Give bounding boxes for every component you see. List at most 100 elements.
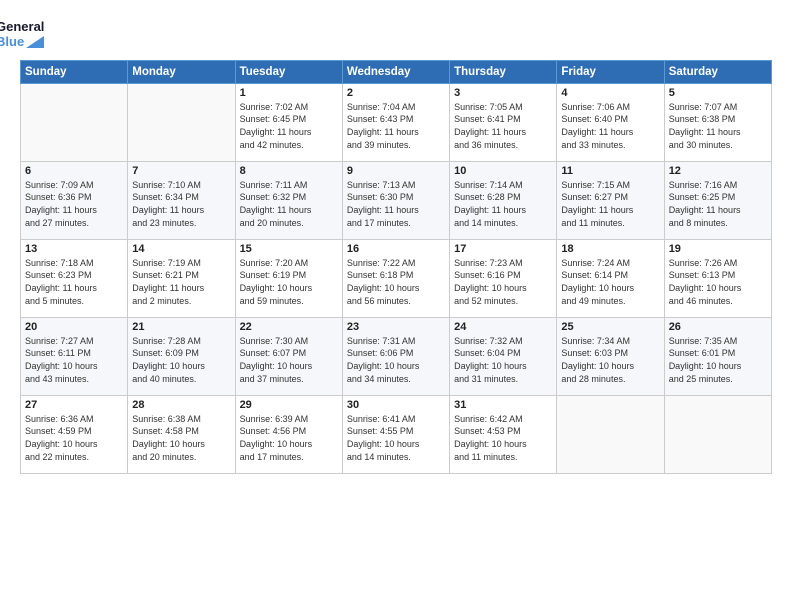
logo: General Blue General Blue [20,18,44,50]
day-number: 18 [561,243,659,255]
day-info: Sunrise: 7:22 AM Sunset: 6:18 PM Dayligh… [347,257,445,307]
day-cell: 10 Sunrise: 7:14 AM Sunset: 6:28 PM Dayli… [450,161,557,239]
day-cell [664,395,771,473]
day-info: Sunrise: 7:05 AM Sunset: 6:41 PM Dayligh… [454,101,552,151]
day-number: 15 [240,243,338,255]
day-info: Sunrise: 7:16 AM Sunset: 6:25 PM Dayligh… [669,179,767,229]
day-info: Sunrise: 7:30 AM Sunset: 6:07 PM Dayligh… [240,335,338,385]
col-header-monday: Monday [128,60,235,83]
day-number: 23 [347,321,445,333]
day-cell [557,395,664,473]
day-number: 3 [454,87,552,99]
day-cell: 26 Sunrise: 7:35 AM Sunset: 6:01 PM Dayli… [664,317,771,395]
day-info: Sunrise: 7:04 AM Sunset: 6:43 PM Dayligh… [347,101,445,151]
day-info: Sunrise: 7:02 AM Sunset: 6:45 PM Dayligh… [240,101,338,151]
day-info: Sunrise: 7:06 AM Sunset: 6:40 PM Dayligh… [561,101,659,151]
day-info: Sunrise: 7:27 AM Sunset: 6:11 PM Dayligh… [25,335,123,385]
day-cell: 4 Sunrise: 7:06 AM Sunset: 6:40 PM Daylig… [557,83,664,161]
day-number: 12 [669,165,767,177]
day-cell: 13 Sunrise: 7:18 AM Sunset: 6:23 PM Dayli… [21,239,128,317]
header-row: SundayMondayTuesdayWednesdayThursdayFrid… [21,60,772,83]
day-number: 5 [669,87,767,99]
day-number: 17 [454,243,552,255]
day-info: Sunrise: 6:36 AM Sunset: 4:59 PM Dayligh… [25,413,123,463]
day-number: 19 [669,243,767,255]
col-header-thursday: Thursday [450,60,557,83]
day-cell: 16 Sunrise: 7:22 AM Sunset: 6:18 PM Dayli… [342,239,449,317]
day-cell: 29 Sunrise: 6:39 AM Sunset: 4:56 PM Dayli… [235,395,342,473]
day-number: 16 [347,243,445,255]
day-info: Sunrise: 7:11 AM Sunset: 6:32 PM Dayligh… [240,179,338,229]
week-row-5: 27Sunrise: 6:36 AM Sunset: 4:59 PM Dayli… [21,395,772,473]
day-info: Sunrise: 6:41 AM Sunset: 4:55 PM Dayligh… [347,413,445,463]
day-info: Sunrise: 7:13 AM Sunset: 6:30 PM Dayligh… [347,179,445,229]
day-cell: 2 Sunrise: 7:04 AM Sunset: 6:43 PM Daylig… [342,83,449,161]
day-info: Sunrise: 7:34 AM Sunset: 6:03 PM Dayligh… [561,335,659,385]
day-cell: 7 Sunrise: 7:10 AM Sunset: 6:34 PM Daylig… [128,161,235,239]
day-info: Sunrise: 7:24 AM Sunset: 6:14 PM Dayligh… [561,257,659,307]
day-number: 8 [240,165,338,177]
day-number: 11 [561,165,659,177]
day-cell: 20Sunrise: 7:27 AM Sunset: 6:11 PM Dayli… [21,317,128,395]
day-cell: 8 Sunrise: 7:11 AM Sunset: 6:32 PM Daylig… [235,161,342,239]
day-number: 30 [347,399,445,411]
day-cell [128,83,235,161]
day-number: 4 [561,87,659,99]
day-cell: 31 Sunrise: 6:42 AM Sunset: 4:53 PM Dayli… [450,395,557,473]
day-cell: 22Sunrise: 7:30 AM Sunset: 6:07 PM Dayli… [235,317,342,395]
day-cell [21,83,128,161]
logo-arrow-icon [26,36,44,48]
day-info: Sunrise: 7:35 AM Sunset: 6:01 PM Dayligh… [669,335,767,385]
col-header-tuesday: Tuesday [235,60,342,83]
day-info: Sunrise: 7:31 AM Sunset: 6:06 PM Dayligh… [347,335,445,385]
day-cell: 27Sunrise: 6:36 AM Sunset: 4:59 PM Dayli… [21,395,128,473]
day-number: 29 [240,399,338,411]
day-cell: 1 Sunrise: 7:02 AM Sunset: 6:45 PM Daylig… [235,83,342,161]
day-info: Sunrise: 7:07 AM Sunset: 6:38 PM Dayligh… [669,101,767,151]
day-cell: 6 Sunrise: 7:09 AM Sunset: 6:36 PM Daylig… [21,161,128,239]
day-info: Sunrise: 7:09 AM Sunset: 6:36 PM Dayligh… [25,179,123,229]
day-cell: 17 Sunrise: 7:23 AM Sunset: 6:16 PM Dayli… [450,239,557,317]
day-number: 31 [454,399,552,411]
day-info: Sunrise: 7:10 AM Sunset: 6:34 PM Dayligh… [132,179,230,229]
day-info: Sunrise: 7:32 AM Sunset: 6:04 PM Dayligh… [454,335,552,385]
week-row-3: 13 Sunrise: 7:18 AM Sunset: 6:23 PM Dayli… [21,239,772,317]
calendar-table: SundayMondayTuesdayWednesdayThursdayFrid… [20,60,772,474]
day-number: 24 [454,321,552,333]
day-info: Sunrise: 7:14 AM Sunset: 6:28 PM Dayligh… [454,179,552,229]
day-number: 6 [25,165,123,177]
day-cell: 12 Sunrise: 7:16 AM Sunset: 6:25 PM Dayli… [664,161,771,239]
day-cell: 5 Sunrise: 7:07 AM Sunset: 6:38 PM Daylig… [664,83,771,161]
col-header-sunday: Sunday [21,60,128,83]
day-cell: 28 Sunrise: 6:38 AM Sunset: 4:58 PM Dayli… [128,395,235,473]
day-cell: 14Sunrise: 7:19 AM Sunset: 6:21 PM Dayli… [128,239,235,317]
logo-general: General [0,20,44,35]
day-info: Sunrise: 7:23 AM Sunset: 6:16 PM Dayligh… [454,257,552,307]
day-info: Sunrise: 6:38 AM Sunset: 4:58 PM Dayligh… [132,413,230,463]
day-info: Sunrise: 7:28 AM Sunset: 6:09 PM Dayligh… [132,335,230,385]
day-info: Sunrise: 6:42 AM Sunset: 4:53 PM Dayligh… [454,413,552,463]
day-number: 9 [347,165,445,177]
day-info: Sunrise: 7:20 AM Sunset: 6:19 PM Dayligh… [240,257,338,307]
day-cell: 15 Sunrise: 7:20 AM Sunset: 6:19 PM Dayli… [235,239,342,317]
day-cell: 9 Sunrise: 7:13 AM Sunset: 6:30 PM Daylig… [342,161,449,239]
week-row-4: 20Sunrise: 7:27 AM Sunset: 6:11 PM Dayli… [21,317,772,395]
calendar-page: General Blue General Blue [0,0,792,612]
day-info: Sunrise: 7:18 AM Sunset: 6:23 PM Dayligh… [25,257,123,307]
day-number: 2 [347,87,445,99]
day-info: Sunrise: 6:39 AM Sunset: 4:56 PM Dayligh… [240,413,338,463]
day-cell: 21Sunrise: 7:28 AM Sunset: 6:09 PM Dayli… [128,317,235,395]
day-cell: 18 Sunrise: 7:24 AM Sunset: 6:14 PM Dayli… [557,239,664,317]
week-row-2: 6 Sunrise: 7:09 AM Sunset: 6:36 PM Daylig… [21,161,772,239]
day-number: 7 [132,165,230,177]
day-number: 26 [669,321,767,333]
day-number: 28 [132,399,230,411]
day-number: 1 [240,87,338,99]
day-number: 10 [454,165,552,177]
day-cell: 23 Sunrise: 7:31 AM Sunset: 6:06 PM Dayli… [342,317,449,395]
day-number: 13 [25,243,123,255]
col-header-saturday: Saturday [664,60,771,83]
day-cell: 19Sunrise: 7:26 AM Sunset: 6:13 PM Dayli… [664,239,771,317]
day-info: Sunrise: 7:19 AM Sunset: 6:21 PM Dayligh… [132,257,230,307]
logo-blue: Blue [0,35,44,50]
